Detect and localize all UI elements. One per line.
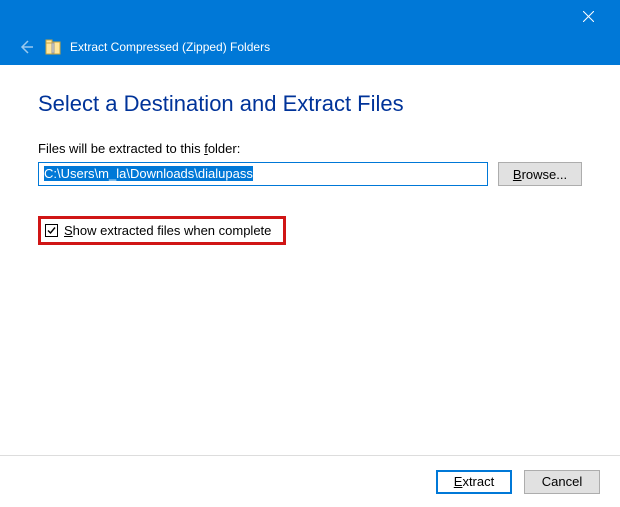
back-arrow-icon: [18, 39, 34, 55]
extract-button[interactable]: Extract: [436, 470, 512, 494]
page-heading: Select a Destination and Extract Files: [38, 91, 582, 117]
show-extracted-label: Show extracted files when complete: [64, 223, 271, 238]
wizard-title: Extract Compressed (Zipped) Folders: [70, 40, 270, 54]
cancel-button[interactable]: Cancel: [524, 470, 600, 494]
selected-path-text: C:\Users\m_la\Downloads\dialupass: [44, 166, 253, 181]
browse-button[interactable]: Browse...: [498, 162, 582, 186]
close-button[interactable]: [568, 4, 608, 28]
destination-path-input[interactable]: C:\Users\m_la\Downloads\dialupass: [38, 162, 488, 186]
content-area: Select a Destination and Extract Files F…: [0, 65, 620, 455]
back-button: [16, 37, 36, 57]
show-extracted-checkbox[interactable]: [45, 224, 58, 237]
titlebar: Extract Compressed (Zipped) Folders: [0, 0, 620, 65]
close-icon: [583, 11, 594, 22]
folder-label: Files will be extracted to this folder:: [38, 141, 582, 156]
zip-folder-icon: [44, 37, 62, 57]
dialog-footer: Extract Cancel: [0, 455, 620, 507]
show-extracted-highlight: Show extracted files when complete: [38, 216, 286, 245]
checkmark-icon: [46, 225, 57, 236]
